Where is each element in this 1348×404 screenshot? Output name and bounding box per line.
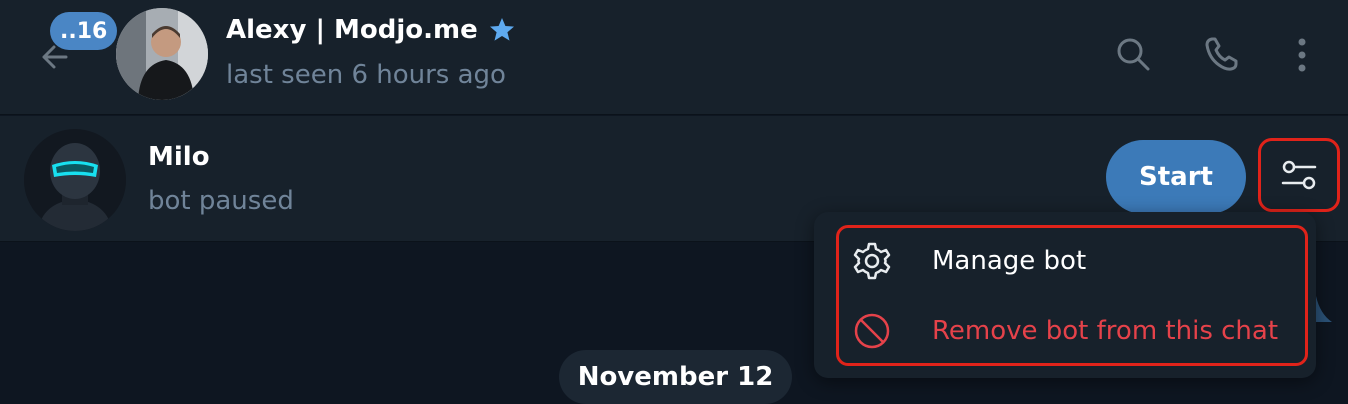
telegram-chat-window: ..16 Alexy | Modjo.me last seen 6 hours …: [0, 0, 1348, 404]
start-bot-button[interactable]: Start: [1106, 140, 1246, 214]
contact-name[interactable]: Alexy | Modjo.me: [226, 15, 516, 45]
date-separator: November 12: [559, 350, 792, 404]
bot-name: Milo: [148, 142, 210, 172]
bot-status: bot paused: [148, 186, 294, 216]
bot-avatar[interactable]: [24, 129, 126, 231]
contact-last-seen: last seen 6 hours ago: [226, 60, 506, 90]
unread-count-badge[interactable]: ..16: [50, 12, 118, 50]
search-icon[interactable]: [1113, 34, 1153, 74]
annotation-highlight-box: [836, 225, 1308, 366]
bot-settings-button[interactable]: [1258, 138, 1340, 212]
contact-name-text: Alexy | Modjo.me: [226, 15, 478, 45]
more-vertical-icon[interactable]: [1282, 34, 1322, 74]
chat-header: ..16 Alexy | Modjo.me last seen 6 hours …: [0, 0, 1348, 115]
bot-settings-menu: Manage bot Remove bot from this chat: [814, 212, 1316, 378]
contact-avatar[interactable]: [116, 8, 208, 100]
message-bubble-tail: [1316, 296, 1332, 322]
sliders-icon: [1281, 160, 1317, 190]
phone-icon[interactable]: [1201, 34, 1241, 74]
star-icon: [489, 18, 514, 41]
